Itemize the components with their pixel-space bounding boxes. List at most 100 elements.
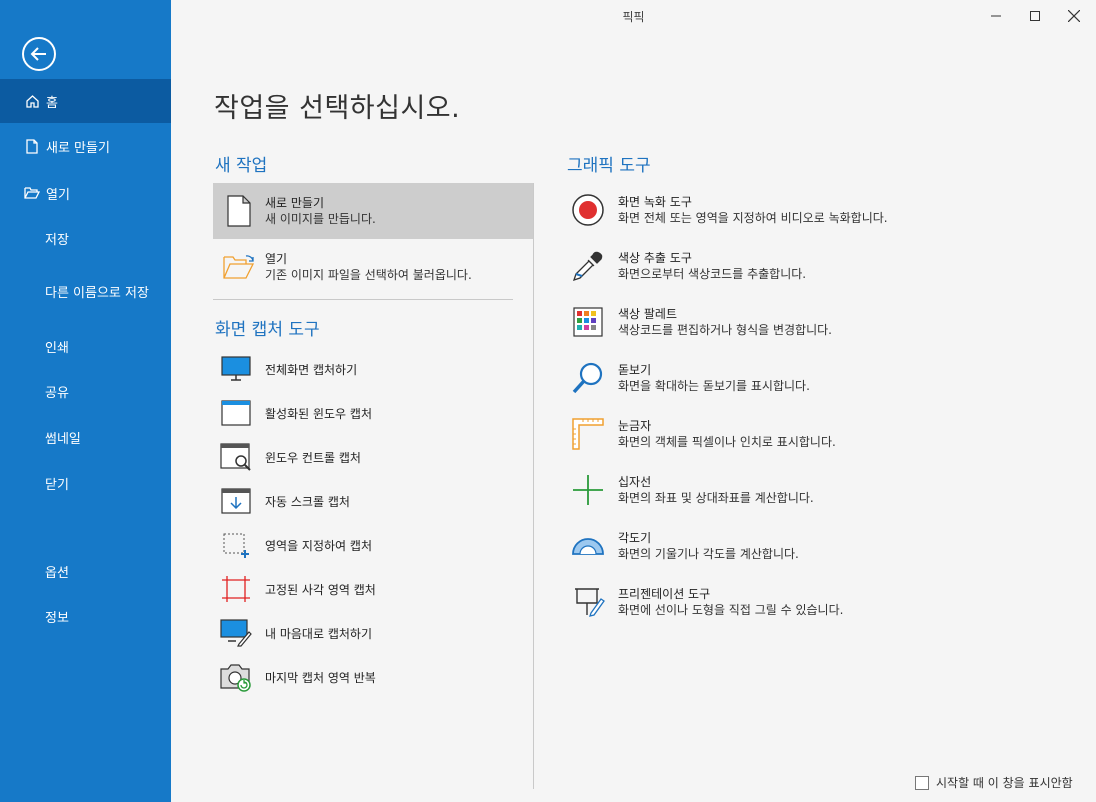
option-title: 열기 (265, 252, 288, 266)
tool-description: 화면의 기울기나 각도를 계산합니다. (618, 547, 799, 561)
tool-description: 색상코드를 편집하거나 형식을 변경합니다. (618, 323, 832, 337)
capture-option-label: 자동 스크롤 캡처 (265, 494, 350, 509)
sidebar-item-about[interactable]: 정보 (0, 594, 171, 638)
magnifier-option[interactable]: 돋보기 화면을 확대하는 돋보기를 표시합니다. (568, 355, 988, 401)
palette-grid-icon (568, 302, 608, 342)
tool-title: 십자선 (618, 475, 652, 489)
presentation-option[interactable]: 프리젠테이션 도구 화면에 선이나 도형을 직접 그릴 수 있습니다. (568, 579, 988, 625)
sidebar-item-save-as[interactable]: 다른 이름으로 저장 (0, 269, 171, 313)
sidebar-item-new[interactable]: 새로 만들기 (0, 124, 171, 168)
record-icon (568, 190, 608, 230)
window-title: 픽픽 (622, 10, 645, 24)
sidebar-item-close[interactable]: 닫기 (0, 461, 171, 505)
sidebar-item-label: 정보 (45, 610, 69, 626)
capture-fixed-region-option[interactable]: 고정된 사각 영역 캡처 (213, 569, 513, 609)
sidebar-item-open[interactable]: 열기 (0, 171, 171, 215)
section-title-new-task: 새 작업 (215, 156, 268, 176)
tool-title: 색상 팔레트 (618, 307, 678, 321)
ruler-icon (568, 414, 608, 454)
capture-option-label: 내 마음대로 캡처하기 (265, 626, 372, 641)
color-palette-option[interactable]: 색상 팔레트 색상코드를 편집하거나 형식을 변경합니다. (568, 299, 988, 345)
capture-option-label: 활성화된 윈도우 캡처 (265, 406, 372, 421)
capture-fullscreen-option[interactable]: 전체화면 캡처하기 (213, 349, 513, 389)
capture-option-label: 마지막 캡처 영역 반복 (265, 670, 376, 685)
dont-show-at-startup[interactable]: 시작할 때 이 창을 표시안함 (915, 774, 1073, 791)
sidebar-item-label: 저장 (45, 232, 69, 248)
sidebar-item-label: 열기 (46, 187, 70, 203)
sidebar-item-label: 공유 (45, 385, 69, 401)
back-button[interactable] (22, 37, 56, 71)
page-title: 작업을 선택하십시오. (214, 93, 461, 124)
blank-document-icon (219, 191, 259, 231)
option-description: 새 이미지를 만듭니다. (265, 212, 376, 226)
capture-scroll-option[interactable]: 자동 스크롤 캡처 (213, 481, 513, 521)
option-title: 새로 만들기 (265, 196, 325, 210)
protractor-icon (568, 526, 608, 566)
sidebar-item-options[interactable]: 옵션 (0, 549, 171, 593)
fullscreen-monitor-icon (219, 352, 253, 386)
section-divider (213, 299, 513, 300)
sidebar-item-label: 옵션 (45, 565, 69, 581)
color-picker-option[interactable]: 색상 추출 도구 화면으로부터 색상코드를 추출합니다. (568, 243, 988, 289)
tool-title: 눈금자 (618, 419, 652, 433)
sidebar-item-home[interactable]: 홈 (0, 79, 171, 123)
scroll-capture-icon (219, 484, 253, 518)
sidebar-item-save[interactable]: 저장 (0, 216, 171, 260)
sidebar-item-label: 인쇄 (45, 340, 69, 356)
region-select-icon (219, 528, 253, 562)
home-icon (24, 93, 40, 109)
open-folder-icon (219, 247, 259, 287)
startup-checkbox[interactable] (915, 775, 929, 790)
sidebar-item-label: 다른 이름으로 저장 (45, 285, 149, 301)
tool-title: 돋보기 (618, 363, 652, 377)
capture-window-control-option[interactable]: 윈도우 컨트롤 캡처 (213, 437, 513, 477)
tool-description: 화면의 좌표 및 상대좌표를 계산합니다. (618, 491, 814, 505)
tool-title: 색상 추출 도구 (618, 251, 692, 265)
sidebar-item-thumbnail[interactable]: 썸네일 (0, 415, 171, 459)
ruler-option[interactable]: 눈금자 화면의 객체를 픽셀이나 인치로 표시합니다. (568, 411, 988, 457)
tool-description: 화면으로부터 색상코드를 추출합니다. (618, 267, 807, 281)
tool-description: 화면의 객체를 픽셀이나 인치로 표시합니다. (618, 435, 836, 449)
crosshair-icon (568, 470, 608, 510)
maximize-button[interactable] (1017, 0, 1053, 32)
freehand-capture-icon (219, 616, 253, 650)
sidebar-item-label: 새로 만들기 (46, 140, 110, 156)
screen-recorder-option[interactable]: 화면 녹화 도구 화면 전체 또는 영역을 지정하여 비디오로 녹화합니다. (568, 187, 988, 233)
new-image-option[interactable]: 새로 만들기 새 이미지를 만듭니다. (213, 183, 533, 239)
close-window-button[interactable] (1056, 0, 1092, 32)
magnifier-icon (568, 358, 608, 398)
eyedropper-icon (568, 246, 608, 286)
capture-region-option[interactable]: 영역을 지정하여 캡처 (213, 525, 513, 565)
minimize-button[interactable] (978, 0, 1014, 32)
back-arrow-icon (30, 47, 46, 61)
new-file-icon (24, 138, 40, 154)
close-icon (1068, 10, 1080, 22)
capture-option-label: 영역을 지정하여 캡처 (265, 538, 372, 553)
window-control-icon (219, 440, 253, 474)
sidebar: 홈 새로 만들기 열기 저장 다른 이름으로 저장 인쇄 공유 썸네일 닫기 옵… (0, 0, 171, 802)
sidebar-item-share[interactable]: 공유 (0, 369, 171, 413)
protractor-option[interactable]: 각도기 화면의 기울기나 각도를 계산합니다. (568, 523, 988, 569)
title-bar: 픽픽 (171, 0, 1096, 32)
maximize-icon (1030, 11, 1040, 21)
minimize-icon (991, 15, 1001, 17)
capture-option-label: 전체화면 캡처하기 (265, 362, 358, 377)
startup-checkbox-label: 시작할 때 이 창을 표시안함 (936, 776, 1073, 790)
open-folder-icon (24, 185, 40, 201)
open-image-option[interactable]: 열기 기존 이미지 파일을 선택하여 불러옵니다. (213, 239, 533, 295)
capture-option-label: 윈도우 컨트롤 캡처 (265, 450, 361, 465)
tool-title: 각도기 (618, 531, 652, 545)
tool-description: 화면을 확대하는 돋보기를 표시합니다. (618, 379, 810, 393)
sidebar-item-label: 홈 (46, 95, 58, 111)
capture-repeat-option[interactable]: 마지막 캡처 영역 반복 (213, 657, 513, 697)
capture-active-window-option[interactable]: 활성화된 윈도우 캡처 (213, 393, 513, 433)
capture-option-label: 고정된 사각 영역 캡처 (265, 582, 376, 597)
tool-title: 화면 녹화 도구 (618, 195, 692, 209)
capture-freehand-option[interactable]: 내 마음대로 캡처하기 (213, 613, 513, 653)
tool-description: 화면 전체 또는 영역을 지정하여 비디오로 녹화합니다. (618, 211, 888, 225)
section-title-capture: 화면 캡처 도구 (215, 320, 320, 340)
crosshair-option[interactable]: 십자선 화면의 좌표 및 상대좌표를 계산합니다. (568, 467, 988, 513)
sidebar-item-print[interactable]: 인쇄 (0, 324, 171, 368)
option-description: 기존 이미지 파일을 선택하여 불러옵니다. (265, 268, 472, 282)
repeat-capture-icon (219, 660, 253, 694)
